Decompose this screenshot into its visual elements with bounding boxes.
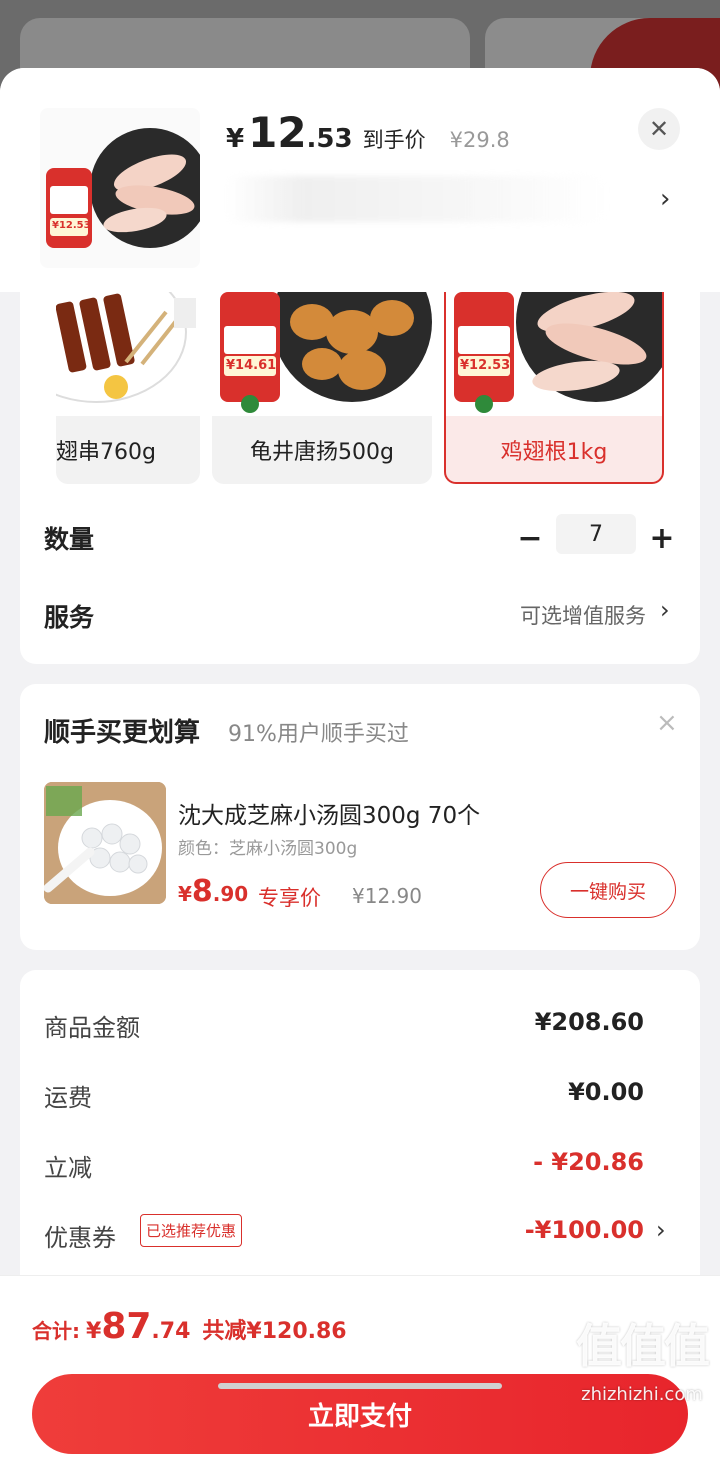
coupon-value[interactable]: -¥100.00	[525, 1216, 644, 1244]
sheet-header: ¥12.53 ¥ 12 .53 到手价 ¥29.8 ✕ ›	[0, 68, 720, 292]
addon-price-integer: 8	[191, 874, 213, 909]
order-summary: 商品金额 ¥208.60 运费 ¥0.00 立减 - ¥20.86 优惠券 已选…	[20, 970, 700, 1290]
quantity-minus-button[interactable]: −	[514, 518, 546, 558]
price-decimal: .53	[306, 124, 353, 154]
goods-amount-label: 商品金额	[44, 1014, 140, 1042]
currency-symbol: ¥	[86, 1319, 102, 1344]
total-decimal: .74	[151, 1319, 191, 1344]
variant-option[interactable]: ¥14.61 龟井唐扬500g	[212, 292, 432, 484]
close-icon[interactable]: ×	[656, 708, 678, 738]
price-row: ¥ 12 .53 到手价 ¥29.8	[226, 108, 510, 164]
addon-price-tag: 专享价	[258, 886, 321, 910]
addon-product-attribute: 颜色：芝麻小汤圆300g	[178, 839, 358, 859]
addon-product-image[interactable]	[44, 782, 166, 904]
addon-subtitle: 91%用户顺手买过	[228, 722, 409, 747]
currency-symbol: ¥	[178, 882, 192, 906]
one-click-buy-button[interactable]: 一键购买	[540, 862, 676, 918]
original-price: ¥29.8	[449, 128, 510, 152]
spec-section: 翅串760g ¥14.61 龟井唐扬500g ¥12.53 鸡翅根1kg 数量 …	[20, 292, 700, 664]
addon-card: 顺手买更划算 91%用户顺手买过 × 沈大成芝麻小汤圆300g 70个 颜色：芝…	[20, 684, 700, 950]
variant-promo-price: ¥12.53	[460, 358, 511, 373]
total-integer: 87	[101, 1306, 152, 1347]
chevron-right-icon[interactable]: ›	[656, 1216, 666, 1244]
total-saved: 共减¥120.86	[202, 1319, 347, 1344]
currency-symbol: ¥	[226, 124, 245, 154]
variant-option-selected[interactable]: ¥12.53 鸡翅根1kg	[444, 292, 664, 484]
quantity-input[interactable]: 7	[556, 514, 636, 554]
watermark-url: zhizhizhi.com	[581, 1384, 703, 1405]
discount-value: - ¥20.86	[533, 1148, 644, 1176]
quantity-label: 数量	[44, 525, 95, 554]
chevron-right-icon[interactable]: ›	[660, 184, 670, 214]
variant-list: 翅串760g ¥14.61 龟井唐扬500g ¥12.53 鸡翅根1kg	[56, 292, 700, 484]
blurred-title	[226, 176, 606, 222]
variant-promo-price: ¥14.61	[226, 358, 277, 373]
coupon-badge: 已选推荐优惠	[140, 1214, 243, 1247]
variant-label: 翅串760g	[56, 440, 156, 465]
variant-image: ¥14.61	[212, 292, 432, 416]
addon-title: 顺手买更划算	[44, 718, 201, 748]
thumbnail-promo-price: ¥12.53	[52, 220, 91, 231]
addon-price-decimal: .90	[212, 882, 249, 906]
shipping-value: ¥0.00	[568, 1078, 644, 1106]
addon-price: ¥ 8 .90	[178, 874, 248, 909]
service-label: 服务	[44, 603, 95, 632]
total-row: 合计: ¥ 87 .74 共减¥120.86	[32, 1306, 347, 1347]
close-icon[interactable]: ✕	[638, 108, 680, 150]
variant-label: 龟井唐扬500g	[250, 440, 394, 465]
goods-amount-value: ¥208.60	[534, 1008, 644, 1036]
home-indicator[interactable]	[218, 1383, 502, 1389]
shipping-label: 运费	[44, 1084, 92, 1112]
coupon-label: 优惠券	[44, 1224, 116, 1252]
addon-product-name[interactable]: 沈大成芝麻小汤圆300g 70个	[178, 796, 480, 830]
purchase-sheet: ¥12.53 ¥ 12 .53 到手价 ¥29.8 ✕ › 翅串760g ¥14…	[0, 68, 720, 1460]
watermark-logo: 值值值	[576, 1319, 710, 1373]
watermark: 值值值 zhizhizhi.com	[568, 1310, 716, 1450]
total-label: 合计:	[32, 1319, 80, 1343]
chevron-right-icon[interactable]: ›	[660, 596, 670, 624]
price-tag: 到手价	[362, 128, 426, 152]
price-integer: 12	[248, 108, 307, 157]
variant-option[interactable]: 翅串760g	[56, 292, 200, 484]
product-thumbnail[interactable]: ¥12.53	[40, 108, 200, 268]
discount-label: 立减	[44, 1154, 92, 1182]
variant-image: ¥12.53	[446, 292, 662, 416]
quantity-plus-button[interactable]: +	[646, 518, 678, 558]
variant-label: 鸡翅根1kg	[500, 440, 608, 465]
variant-image	[56, 292, 200, 416]
addon-original-price: ¥12.90	[352, 884, 422, 908]
service-value[interactable]: 可选增值服务	[520, 600, 646, 630]
